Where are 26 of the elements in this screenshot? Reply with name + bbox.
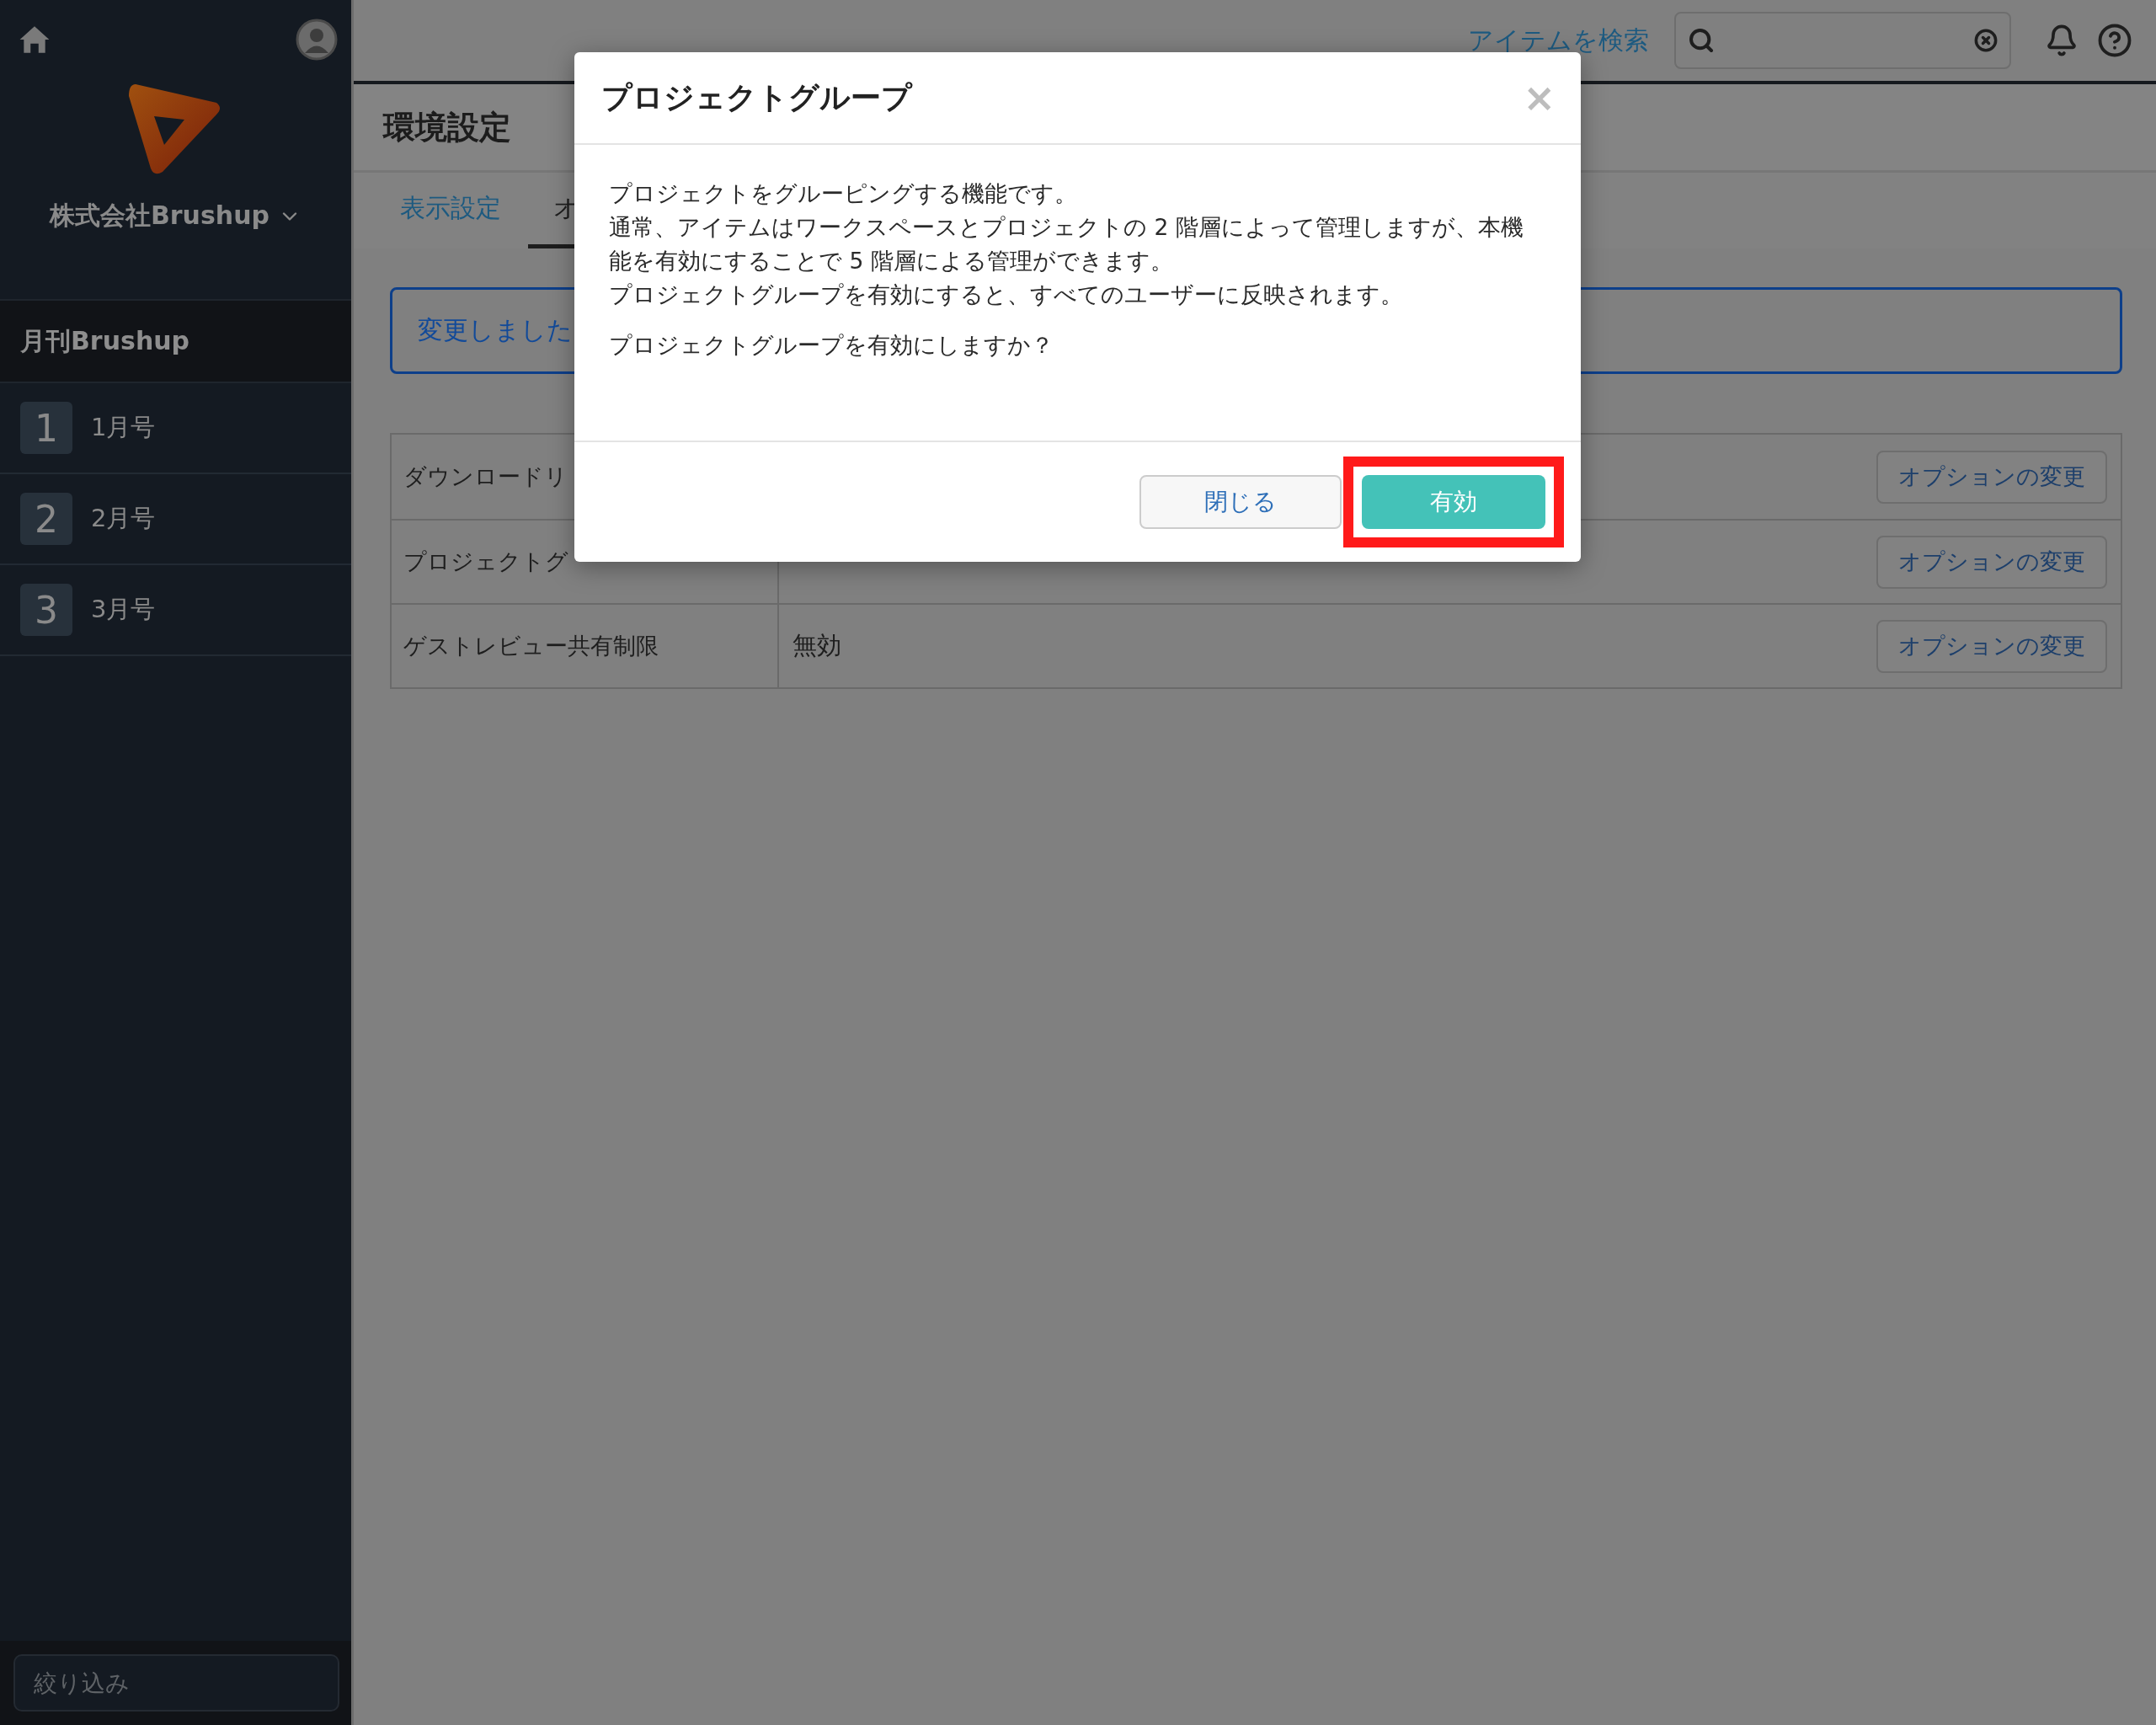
search-icon: [1688, 27, 1715, 54]
change-option-button[interactable]: オプションの変更: [1876, 535, 2107, 589]
dialog-text: プロジェクトをグルーピングする機能です。: [609, 179, 1078, 208]
issue-item[interactable]: 3 3月号: [0, 565, 351, 656]
close-dialog-button[interactable]: 閉じる: [1139, 475, 1342, 529]
tab[interactable]: 表示設定: [390, 173, 511, 248]
issue-item[interactable]: 2 2月号: [0, 474, 351, 565]
avatar-icon[interactable]: [296, 19, 338, 61]
dialog-question: プロジェクトグループを有効にしますか？: [609, 331, 1054, 360]
search-field[interactable]: [1674, 12, 2011, 69]
dialog-title: プロジェクトグループ: [601, 78, 912, 116]
dialog-text: 通常、アイテムはワークスペースとプロジェクトの 2 階層によって管理しますが、本機能を有効にすることで 5 階層による管理ができます。: [609, 213, 1524, 275]
help-icon[interactable]: [2097, 23, 2132, 58]
issue-item[interactable]: 1 1月号: [0, 383, 351, 474]
table-cell-text: 無効: [792, 630, 841, 661]
close-button[interactable]: ×: [1523, 78, 1556, 117]
company-selector[interactable]: 株式会社Brushup: [49, 199, 302, 233]
filter-field[interactable]: 絞り込み: [13, 1654, 339, 1712]
bell-icon[interactable]: [2045, 24, 2079, 57]
change-option-button[interactable]: オプションの変更: [1876, 450, 2107, 504]
clear-icon[interactable]: [1974, 29, 1998, 52]
table-cell: ゲストレビュー共有制限: [392, 605, 779, 687]
enable-button[interactable]: 有効: [1362, 475, 1545, 529]
change-option-button[interactable]: オプションの変更: [1876, 619, 2107, 673]
page-title: 環境設定: [383, 107, 511, 147]
project-title[interactable]: 月刊Brushup: [0, 299, 351, 383]
